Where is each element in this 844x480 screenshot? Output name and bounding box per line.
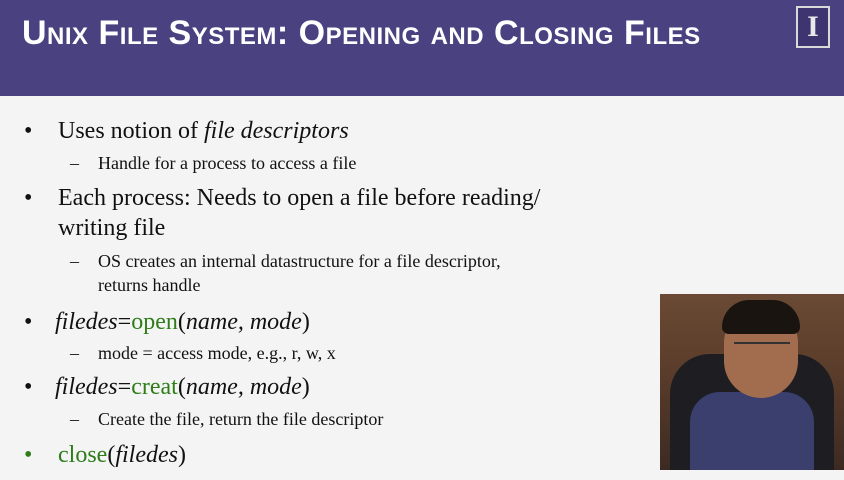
shirt-shape [690,392,814,470]
b3-rp: ) [301,309,310,335]
sub-2-line-2: returns handle [98,275,201,295]
university-logo: I [796,6,830,48]
slide-header: Unix File System: Opening and Closing Fi… [0,0,844,96]
bullet-3-code: filedes=open(name, mode) [55,309,310,336]
bullet-1-marker: • [24,118,33,144]
bullet-2-line-1: Each process: Needs to open a file befor… [58,185,541,211]
b3-var: filedes [55,309,118,335]
sub-1-dash: – [70,153,79,173]
b4-rp: ) [301,374,310,400]
b5-rp: ) [177,442,186,468]
bullet-4-marker: • [24,374,33,400]
b3-eq: = [117,309,132,335]
b4-lp: ( [177,374,186,400]
bullet-1-prefix: Uses notion of [58,118,204,144]
bullet-3-marker: • [24,309,33,335]
bullet-2-line-2: writing file [58,215,166,241]
bullet-4-code: filedes=creat(name, mode) [55,374,310,401]
presenter-video [660,294,844,470]
b4-var: filedes [55,374,118,400]
b5-args: filedes [115,442,178,468]
bullet-2-marker: • [24,185,33,211]
b3-lp: ( [177,309,186,335]
b4-eq: = [117,374,132,400]
bullet-5-marker: • [24,442,33,468]
b4-func: creat [131,374,178,400]
slide-title: Unix File System: Opening and Closing Fi… [22,14,701,52]
b3-args: name, mode [185,309,302,335]
glasses-shape [734,342,790,358]
b5-func: close [58,442,108,468]
b4-args: name, mode [185,374,302,400]
sub-4-text: Create the file, return the file descrip… [98,409,384,429]
sub-1-text: Handle for a process to access a file [98,153,357,173]
bullet-1-emphasis: file descriptors [204,118,349,144]
sub-2-dash: – [70,251,79,271]
sub-2-line-1: OS creates an internal datastructure for… [98,251,501,271]
sub-4-dash: – [70,409,79,429]
bullet-1-text: Uses notion of file descriptors [58,118,349,145]
bullet-5-code: close(filedes) [58,442,186,469]
b3-func: open [131,309,178,335]
sub-3-dash: – [70,343,79,363]
hair-shape [722,300,800,334]
sub-3-text: mode = access mode, e.g., r, w, x [98,343,336,363]
